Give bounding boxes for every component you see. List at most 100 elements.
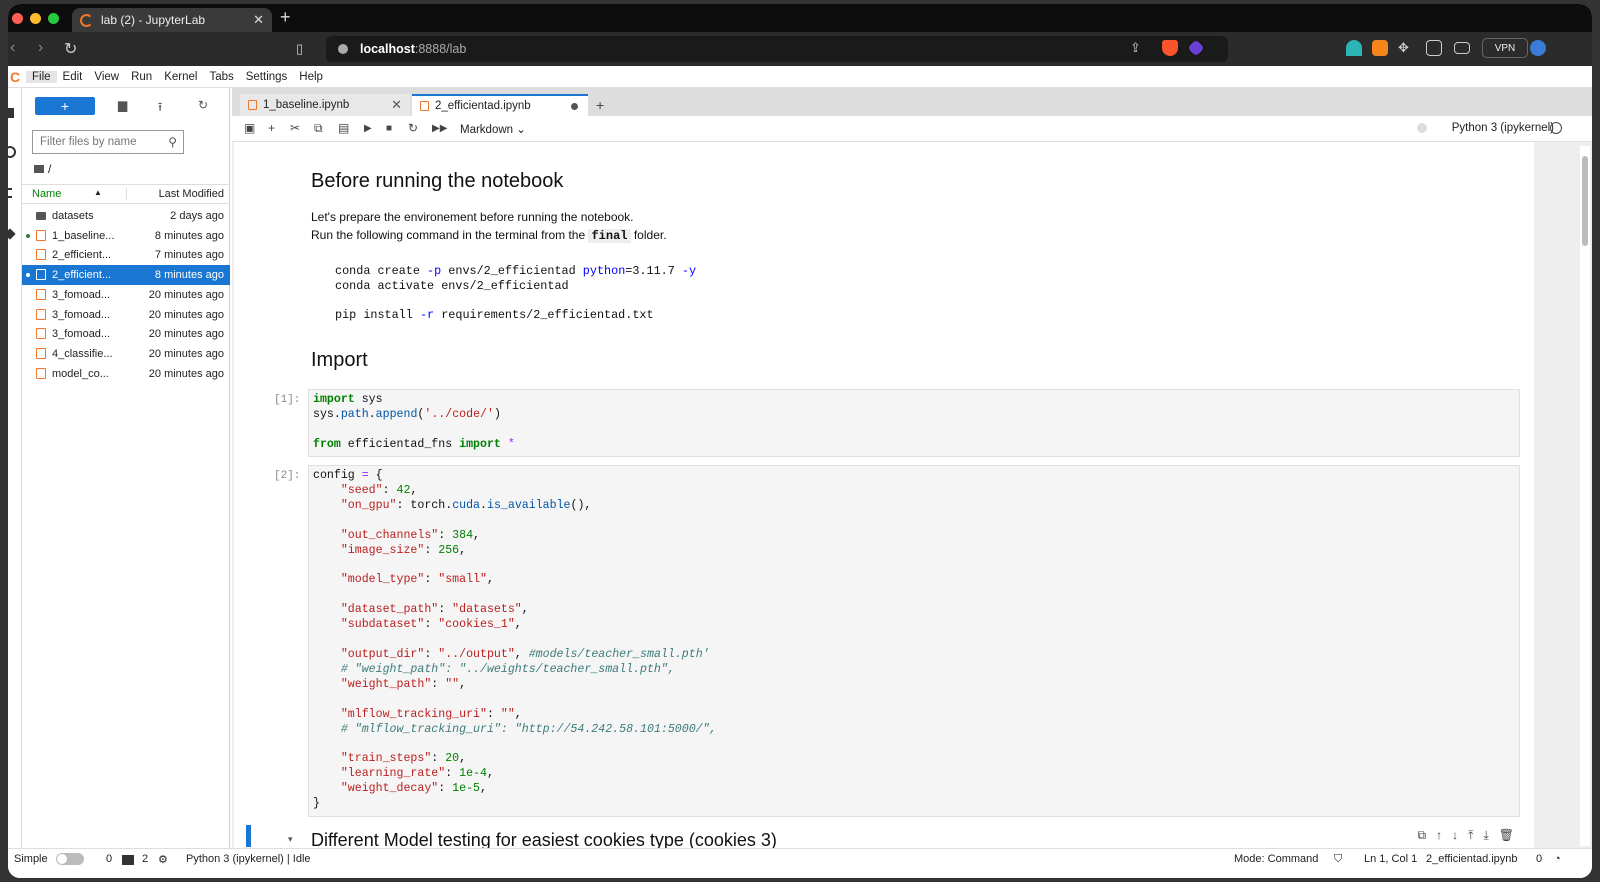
vpn-button[interactable]: VPN (1482, 38, 1528, 58)
profile-avatar[interactable] (1530, 40, 1546, 56)
reload-icon[interactable]: ↻ (64, 39, 77, 59)
minimize-window-button[interactable] (30, 13, 41, 24)
notebook-icon (36, 249, 46, 261)
mode-indicator: Mode: Command (1234, 853, 1319, 865)
menu-run[interactable]: Run (125, 71, 158, 83)
insert-above-icon[interactable]: ⤒ (1468, 828, 1473, 842)
unsaved-indicator-icon[interactable] (571, 103, 578, 110)
duplicate-icon[interactable]: ⧉ (1417, 828, 1426, 842)
terminals-count: 0 (106, 853, 113, 865)
paste-icon[interactable]: ▤ (338, 121, 349, 135)
file-modified: 20 minutes ago (148, 308, 224, 321)
cell-type-select[interactable]: Markdown ⌄ (460, 122, 526, 136)
file-row[interactable]: 3_fomoad... 20 minutes ago (22, 324, 230, 344)
notebook-icon (36, 347, 46, 359)
save-icon[interactable]: ▣ (244, 121, 255, 135)
cursor-position[interactable]: Ln 1, Col 1 (1364, 853, 1417, 865)
tab-1-baseline[interactable]: 1_baseline.ipynb ✕ (240, 94, 410, 116)
notebook-icon (36, 308, 46, 320)
simple-mode-toggle[interactable] (56, 853, 84, 865)
kernel-name[interactable]: Python 3 (ipykernel) (1452, 122, 1554, 134)
close-window-button[interactable] (12, 13, 23, 24)
browser-tab[interactable]: lab (2) - JupyterLab ✕ (72, 8, 272, 32)
file-row[interactable]: 3_fomoad... 20 minutes ago (22, 285, 230, 305)
file-name: 2_efficient... (52, 249, 112, 262)
restart-icon[interactable]: ↻ (408, 121, 418, 135)
file-row[interactable]: 3_fomoad... 20 minutes ago (22, 305, 230, 325)
url-input[interactable]: localhost:8888/lab (326, 36, 1228, 62)
extensions-icon[interactable] (8, 228, 16, 240)
add-tab-button[interactable]: + (596, 97, 604, 113)
metamask-icon[interactable] (1372, 40, 1388, 56)
close-tab-icon[interactable]: ✕ (253, 12, 264, 28)
bookmark-icon[interactable]: ▯ (296, 41, 303, 57)
file-row[interactable]: datasets 2 days ago (22, 206, 230, 226)
wallet-icon[interactable] (1454, 42, 1470, 54)
code-cell-2[interactable]: config = { "seed": 42, "on_gpu": torch.c… (308, 465, 1520, 817)
scrollbar-thumb[interactable] (1582, 156, 1588, 246)
insert-cell-icon[interactable]: + (268, 121, 275, 135)
column-name[interactable]: Name (32, 188, 61, 200)
menu-view[interactable]: View (88, 71, 125, 83)
tab-2-efficientad[interactable]: 2_efficientad.ipynb (412, 94, 588, 116)
menu-file[interactable]: File (26, 70, 57, 83)
forward-icon[interactable]: › (38, 39, 43, 57)
delete-icon[interactable]: 🗑 (1499, 828, 1514, 842)
file-row[interactable]: 4_classifie... 20 minutes ago (22, 344, 230, 364)
move-down-icon[interactable]: ↓ (1452, 828, 1458, 842)
code-line: "subdataset": "cookies_1", (340, 618, 522, 631)
stop-icon[interactable]: ■ (386, 123, 392, 134)
share-icon[interactable]: ⇪ (1130, 40, 1146, 56)
code-cell-1[interactable]: import sys sys.path.append('../code/') f… (308, 389, 1520, 457)
jupyter-menubar: C File Edit View Run Kernel Tabs Setting… (8, 66, 1592, 88)
file-modified: 20 minutes ago (148, 288, 224, 301)
jupyter-icon (80, 13, 93, 27)
file-row[interactable]: model_co... 20 minutes ago (22, 364, 230, 384)
toc-icon[interactable] (8, 188, 12, 198)
running-indicator-icon (26, 273, 30, 278)
new-folder-icon[interactable]: ▆ (118, 98, 127, 112)
menu-help[interactable]: Help (293, 71, 329, 83)
puzzle-icon[interactable]: ✥ (1398, 40, 1414, 56)
back-icon[interactable]: ‹ (10, 39, 15, 57)
new-launcher-button[interactable]: + (35, 97, 95, 115)
search-icon: ⚲ (168, 135, 177, 149)
filter-files-input[interactable]: Filter files by name ⚲ (32, 130, 184, 154)
tab-label: 2_efficientad.ipynb (435, 100, 531, 112)
menu-edit[interactable]: Edit (57, 71, 89, 83)
notebook-scrollbar[interactable] (1580, 146, 1590, 846)
sidebar-icon[interactable] (1426, 40, 1442, 56)
insert-below-icon[interactable]: ⤓ (1483, 828, 1488, 842)
menu-settings[interactable]: Settings (240, 71, 294, 83)
breadcrumb[interactable]: / (34, 162, 51, 176)
cut-icon[interactable]: ✂ (290, 121, 300, 135)
column-last-modified[interactable]: Last Modified (125, 188, 224, 200)
shield-check-icon: ⛉ (1334, 853, 1343, 865)
folder-icon (36, 212, 46, 220)
notifications-count[interactable]: 0 (1536, 853, 1542, 865)
new-tab-button[interactable]: + (280, 7, 291, 28)
file-name: 3_fomoad... (52, 288, 111, 301)
close-icon[interactable]: ✕ (391, 97, 402, 113)
move-up-icon[interactable]: ↑ (1436, 828, 1442, 842)
file-row[interactable]: 2_efficient... 8 minutes ago (22, 265, 230, 286)
kernels-count: 2 (142, 853, 149, 865)
menu-kernel[interactable]: Kernel (158, 71, 203, 83)
file-row[interactable]: 1_baseline... 8 minutes ago (22, 226, 230, 246)
folder-icon[interactable] (8, 108, 14, 118)
copy-icon[interactable]: ⧉ (314, 121, 323, 136)
kernel-status[interactable]: Python 3 (ipykernel) | Idle (186, 853, 311, 865)
extension-icon[interactable] (1346, 40, 1362, 56)
upload-icon[interactable]: ⭱ (158, 98, 162, 119)
running-icon[interactable] (8, 146, 16, 158)
site-info-icon[interactable] (338, 44, 348, 54)
restart-run-all-icon[interactable]: ▶▶ (432, 123, 447, 134)
run-icon[interactable]: ▶ (364, 123, 372, 134)
brave-shield-icon[interactable] (1162, 40, 1178, 56)
maximize-window-button[interactable] (48, 13, 59, 24)
refresh-icon[interactable]: ↻ (198, 98, 208, 112)
collapse-heading-icon[interactable]: ▾ (288, 834, 293, 845)
file-row[interactable]: 2_efficient... 7 minutes ago (22, 245, 230, 265)
menu-tabs[interactable]: Tabs (203, 71, 239, 83)
bell-icon[interactable]: ◔ (1554, 853, 1561, 865)
